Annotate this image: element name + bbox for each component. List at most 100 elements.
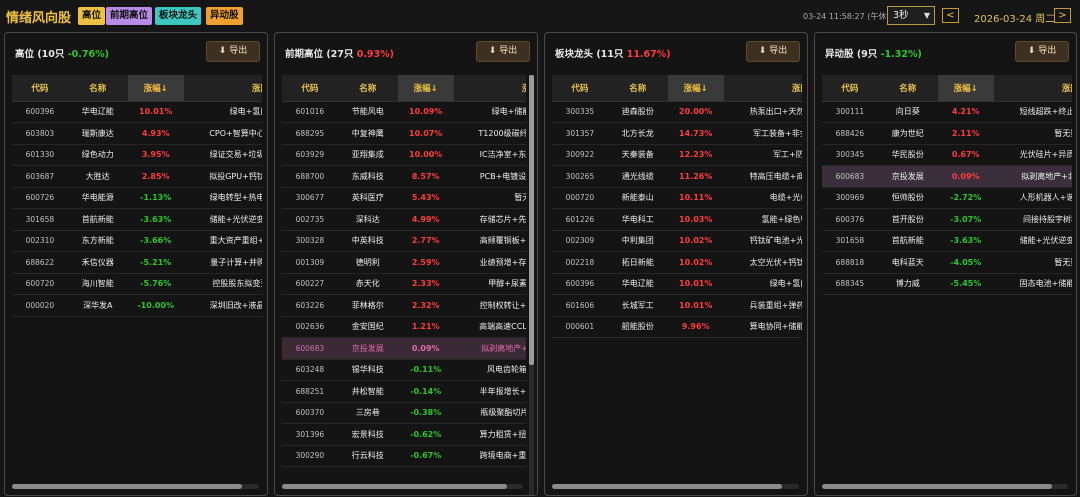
table-row[interactable]: 300677英科医疗5.43%暂无数据-9.1 (282, 187, 526, 209)
column-header-change[interactable]: 涨幅↓ (667, 75, 724, 102)
cell-reason: 军工+防务装备 (723, 144, 802, 166)
horizontal-scrollbar[interactable] (12, 484, 259, 489)
cell-reason: 拟剥离地产+北京国资+T… (993, 165, 1072, 188)
table-row[interactable]: 002218拓日新能10.02%太空光伏+钙钛矿+回购注销19.24 (552, 251, 802, 274)
cell-change: -0.11% (397, 359, 454, 381)
column-header-name[interactable]: 名称 (607, 75, 668, 102)
table-row[interactable]: 300335迪森股份20.00%热泵出口+天然气分布式+…17.32 (552, 101, 802, 123)
export-button[interactable]: ⬇ 导出 (1015, 41, 1069, 62)
table-row[interactable]: 300922天秦装备12.23%军工+防务装备-1.42 (552, 144, 802, 166)
table-row[interactable]: 000601韶能股份9.96%算电协同+储能+生物质发电31.70 (552, 316, 802, 338)
cell-change: -0.14% (397, 380, 454, 403)
table-row[interactable]: 600683京投发展0.09%拟剥离地产+北京国资+T…-0.47 (822, 165, 1072, 188)
cell-code: 300290 (282, 445, 338, 467)
cell-change: 4.99% (397, 208, 454, 231)
horizontal-scrollbar[interactable] (822, 484, 1068, 489)
export-button[interactable]: ⬇ 导出 (476, 41, 530, 62)
table-row[interactable]: 688345博力威-5.45%固态电池+储能电池+半年…14.70 (822, 273, 1072, 295)
column-header-change[interactable]: 涨幅↓ (397, 75, 454, 102)
refresh-interval-select[interactable]: 3秒 ▼ (887, 6, 935, 25)
column-header-change[interactable]: 涨幅↓ (937, 75, 994, 102)
column-header-code[interactable]: 代码 (282, 75, 338, 102)
table-row[interactable]: 600726华电能源-1.13%绿电转型+热电联产+煤炭…20.9 (12, 187, 262, 209)
table-row[interactable]: 603248锡华科技-0.11%风电齿轮箱+大兆瓦产品2.1 (282, 359, 526, 381)
table-row[interactable]: 000720新能泰山10.11%电缆+光纤+央企0.79 (552, 187, 802, 209)
cell-name: 赤天化 (337, 273, 398, 295)
table-row[interactable]: 300328中英科技2.77%高频覆铜板+PCB概念+半…3.1 (282, 230, 526, 252)
table-row[interactable]: 601330绿色动力3.95%绿证交易+垃圾焚烧+北京…15.3 (12, 144, 262, 166)
table-row[interactable]: 601226华电科工10.03%氢能+绿色甲醇+央企-1.61 (552, 208, 802, 231)
table-row[interactable]: 301396宏景科技-0.62%算力租赁+扭亏为盈+智慧…-5.7 (282, 423, 526, 446)
tag-sector-leader[interactable]: 板块龙头 (155, 7, 202, 25)
column-header-code[interactable]: 代码 (822, 75, 878, 102)
table-row[interactable]: 300969恒帅股份-2.72%人形机器人+谐波电机+无…-12.34 (822, 187, 1072, 209)
cell-code: 300265 (552, 165, 608, 188)
tag-prev-high[interactable]: 前期高位 (106, 7, 153, 25)
table-row[interactable]: 600396华电辽能10.01%绿电+氢能+央企61.28 (552, 273, 802, 295)
column-header-name[interactable]: 名称 (337, 75, 398, 102)
table-row[interactable]: 000020深华发A-10.00%深圳旧改+液晶显示+物业…31.7 (12, 294, 262, 317)
table-row[interactable]: 688295中复神鹰10.07%T1200级碳纤维+全球首发…11.9 (282, 122, 526, 145)
table-row[interactable]: 601606长城军工10.01%兵装重组+弹药装备+扭亏…-7.61 (552, 294, 802, 317)
table-row[interactable]: 600376首开股份-3.07%间接持股宇树科技+城市…8.38 (822, 208, 1072, 231)
cell-reason: 储能+光伏逆变器+全球化… (993, 230, 1072, 252)
table-row[interactable]: 603803瑞斯康达4.93%CPO+智算中心+高速光模块12.6 (12, 122, 262, 145)
table-row[interactable]: 600720海川智能-5.76%控股股东拟变更为中晶智…23.6 (12, 273, 262, 295)
cell-change: 10.01% (667, 294, 724, 317)
cell-reason: 固态电池+储能电池+半年… (993, 273, 1072, 295)
table-row[interactable]: 688700东威科技8.57%PCB+电镀设备+复合铝箔…5.9 (282, 165, 526, 188)
cell-change: 0.09% (937, 165, 994, 188)
cell-change: 10.00% (397, 144, 454, 166)
table-row[interactable]: 001309德明利2.59%业绩预增+存储芯片+国产…3.5 (282, 251, 526, 274)
table-row[interactable]: 600396华电辽能10.01%绿电+氢能+央企61.3 (12, 101, 262, 123)
table-row[interactable]: 688426康为世纪2.11%暂无数据-10.79 (822, 122, 1072, 145)
table-row[interactable]: 601016节能风电10.09%绿电+储能布局+央企7.7 (282, 101, 526, 123)
table-row[interactable]: 300111向日葵4.21%短线超跌+终止重组+医药…-6.38 (822, 101, 1072, 123)
column-header-name[interactable]: 名称 (67, 75, 128, 102)
cell-name: 中利集团 (607, 230, 668, 252)
export-button[interactable]: ⬇ 导出 (746, 41, 800, 62)
horizontal-scrollbar[interactable] (282, 484, 523, 489)
cell-name: 迪森股份 (607, 101, 668, 123)
horizontal-scrollbar[interactable] (552, 484, 799, 489)
table-row[interactable]: 300265通光线缆11.26%特高压电缆+商业航天+光…3.27 (552, 165, 802, 188)
table-row[interactable]: 002310东方新能-3.66%重大资产重组+风光电站+…28.0 (12, 230, 262, 252)
table-row[interactable]: 301357北方长龙14.73%军工装备+非金属复合材…-2.70 (552, 122, 802, 145)
table-row[interactable]: 688818电科蓝天-4.05%暂无数据2.66 (822, 251, 1072, 274)
table-row[interactable]: 301658首航新能-3.63%储能+光伏逆变器+全球化…23.68 (822, 230, 1072, 252)
table-row[interactable]: 002636金安国纪1.21%高端高速CCL+覆铜板扩产…7.7 (282, 316, 526, 338)
table-row[interactable]: 600683京投发展0.09%拟剥离地产+北京国资+T…23.9 (282, 337, 526, 360)
cell-change: 2.32% (397, 294, 454, 317)
table-row[interactable]: 002735深科达4.99%存储芯片+先进封装+智能…-12.1 (282, 208, 526, 231)
table-row[interactable]: 688622禾信仪器-5.21%量子计算+并购+质谱仪+…25.1 (12, 251, 262, 274)
cell-reason: 绿电+氢能+央企 (183, 101, 262, 123)
tag-high[interactable]: 高位 (78, 7, 106, 25)
column-header-name[interactable]: 名称 (877, 75, 938, 102)
column-header-code[interactable]: 代码 (552, 75, 608, 102)
column-header-code[interactable]: 代码 (12, 75, 68, 102)
export-button[interactable]: ⬇ 导出 (206, 41, 260, 62)
prev-date-button[interactable]: < (942, 8, 959, 23)
table-row[interactable]: 002309中利集团10.02%钙钛矿电池+光伏储能+重…31.71 (552, 230, 802, 252)
tag-unusual[interactable]: 异动股 (206, 7, 243, 25)
table-row[interactable]: 300290行云科技-0.67%跨境电商+重整完成+扭亏…-6.8 (282, 445, 526, 467)
column-header-reason[interactable]: 涨因 (453, 75, 526, 102)
cell-reason: 绿电+储能布局+央企 (453, 101, 526, 123)
timestamp: 03-24 11:58:27 (午休) (803, 12, 890, 21)
table-row[interactable]: 603226菲林格尔2.32%控制权转让+智能家居+木…-3.1 (282, 294, 526, 317)
table-row[interactable]: 600370三房巷-0.38%瓶级聚酯切片+PTA龙头+…8.4 (282, 402, 526, 424)
table-row[interactable]: 300345华民股份0.67%光伏硅片+异质结+具身智能9.70 (822, 144, 1072, 166)
column-header-reason[interactable]: 涨因 (993, 75, 1072, 102)
cell-change: 10.09% (397, 101, 454, 123)
vertical-scrollbar[interactable] (529, 75, 534, 495)
column-header-reason[interactable]: 涨因 (183, 75, 262, 102)
table-row[interactable]: 301658首航新能-3.63%储能+光伏逆变器+全球化…22.5 (12, 208, 262, 231)
next-date-button[interactable]: > (1054, 8, 1071, 23)
column-header-change[interactable]: 涨幅↓ (127, 75, 184, 102)
table-row[interactable]: 603929亚翔集成10.00%IC洁净室+东南亚订单+年…31.8 (282, 144, 526, 166)
cell-name: 东方新能 (67, 230, 128, 252)
table-row[interactable]: 600227赤天化2.33%甲醇+尿素+化肥+煤炭-2.5 (282, 273, 526, 295)
table-row[interactable]: 688251井松智能-0.14%半年报增长+智能物流+机…-0.9 (282, 380, 526, 403)
column-header-reason[interactable]: 涨因 (723, 75, 802, 102)
table-row[interactable]: 603687大胜达2.85%拟投GPU+钙钛矿设备+参…48.0 (12, 165, 262, 188)
